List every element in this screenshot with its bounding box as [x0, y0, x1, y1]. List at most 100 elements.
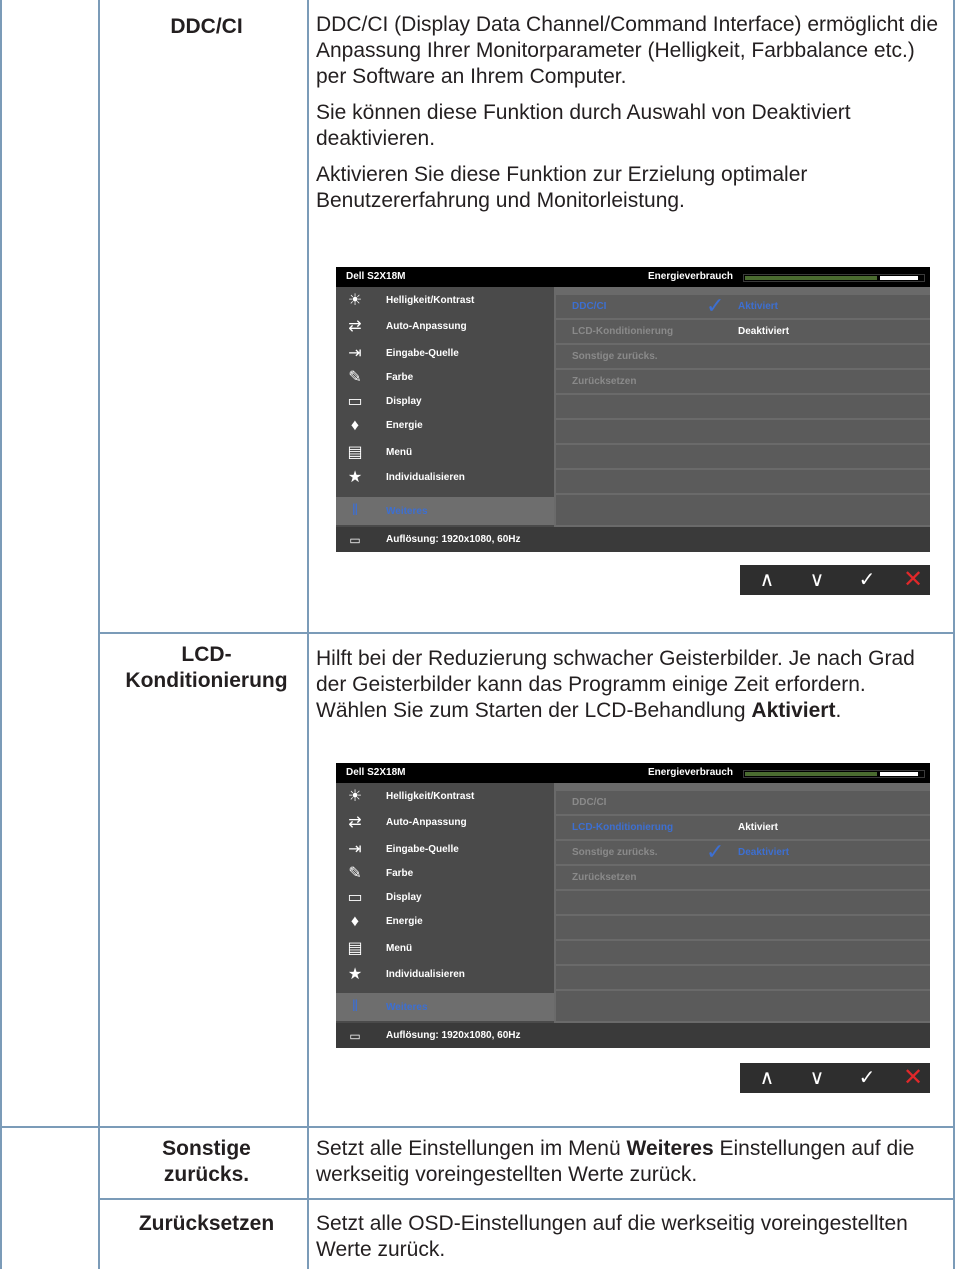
energy-meter-marker [880, 772, 918, 776]
up-button[interactable]: ∧ [752, 1065, 782, 1091]
osd-menu-label: Individualisieren [386, 969, 465, 980]
others-icon: ǁ [351, 998, 359, 1015]
osd-menu-label: Farbe [386, 868, 414, 879]
osd-menu-label: Weiteres [386, 506, 428, 517]
osd-submenu-label: LCD-Konditionierung [572, 822, 674, 833]
label-line: Sonstige [162, 1137, 251, 1160]
osd-menu-label: Helligkeit/Kontrast [386, 295, 475, 306]
osd-submenu-row [556, 941, 930, 964]
osd-footer: ▭ Auflösung: 1920x1080, 60Hz [336, 527, 930, 552]
down-button[interactable]: ∨ [802, 567, 832, 593]
table-border-left [98, 0, 100, 1269]
others-icon: ǁ [351, 502, 359, 519]
energy-meter [743, 274, 925, 282]
table-row-divider [98, 1198, 955, 1200]
osd-submenu-row[interactable]: LCD-Konditionierung Deaktiviert [556, 320, 930, 343]
table-column-divider [307, 0, 309, 1269]
osd-menu-item[interactable]: ✎ Farbe [336, 366, 554, 390]
osd-menu-label: Weiteres [386, 1002, 428, 1013]
osd-submenu-row[interactable]: Zurücksetzen [556, 866, 930, 889]
osd-menu-label: Eingabe-Quelle [386, 348, 459, 359]
display-icon: ▭ [347, 393, 363, 410]
brightness-icon: ☀ [347, 292, 363, 309]
osd-submenu-label: Sonstige zurücks. [572, 847, 658, 858]
osd-menu-item[interactable]: ▭ Display [336, 886, 554, 910]
auto-adjust-icon: ⇄ [348, 318, 362, 335]
row-description-lcd: Hilft bei der Reduzierung schwacher Geis… [316, 646, 936, 724]
osd-menu-item[interactable]: ⇄ Auto-Anpassung [336, 315, 554, 339]
description-bold: Aktiviert [751, 699, 836, 722]
osd-menu-item[interactable]: ⇥ Eingabe-Quelle [336, 342, 554, 366]
osd-menu-item-selected[interactable]: ǁ Weiteres [336, 993, 554, 1021]
osd-energy-label: Energieverbrauch [648, 767, 734, 778]
osd-submenu-row[interactable]: Sonstige zurücks. ✓ Deaktiviert [556, 839, 930, 864]
row-label-sonstige: Sonstige zurücks. [106, 1136, 307, 1188]
checkmark-icon: ✓ [706, 839, 725, 864]
color-icon: ✎ [348, 865, 362, 882]
osd-menu-item[interactable]: ▤ Menü [336, 441, 554, 465]
hdmi-icon: ▭ [349, 1029, 361, 1043]
osd-menu-item[interactable]: ☀ Helligkeit/Kontrast [336, 785, 554, 809]
osd-menu-label: Helligkeit/Kontrast [386, 791, 475, 802]
row-label-ddcci: DDC/CI [170, 15, 243, 38]
osd-menu-item[interactable]: ⇄ Auto-Anpassung [336, 811, 554, 835]
osd-submenu-label: Sonstige zurücks. [572, 351, 658, 362]
osd-menu-label: Auto-Anpassung [386, 817, 467, 828]
osd-submenu-row[interactable]: LCD-Konditionierung Aktiviert [556, 816, 930, 839]
osd-option-value: Aktiviert [738, 301, 779, 312]
energy-meter-fill [745, 772, 877, 776]
osd-submenu-row[interactable]: Zurücksetzen [556, 370, 930, 393]
osd-menu-item[interactable]: ✎ Farbe [336, 862, 554, 886]
osd-submenu: DDC/CI ✓ Aktiviert LCD-Konditionierung Deak… [556, 287, 930, 527]
osd-submenu-row [556, 420, 930, 443]
osd-submenu-label: Zurücksetzen [572, 376, 637, 387]
osd-submenu-row[interactable]: Sonstige zurücks. [556, 345, 930, 368]
energy-meter-marker [880, 276, 918, 280]
osd-resolution: Auflösung: 1920x1080, 60Hz [386, 1030, 521, 1041]
energy-icon: ♦ [350, 913, 360, 930]
osd-submenu-row [556, 445, 930, 468]
osd-menu-item[interactable]: ★ Individualisieren [336, 466, 554, 490]
table-border-left-outer [0, 0, 2, 1269]
down-button[interactable]: ∨ [802, 1065, 832, 1091]
osd-menu-label: Eingabe-Quelle [386, 844, 459, 855]
paragraph: DDC/CI (Display Data Channel/Command Int… [316, 13, 939, 88]
osd-menu-label: Individualisieren [386, 472, 465, 483]
osd-menu-item[interactable]: ★ Individualisieren [336, 963, 554, 987]
input-source-icon: ⇥ [348, 841, 362, 858]
osd-menu-item[interactable]: ☀ Helligkeit/Kontrast [336, 289, 554, 313]
osd-menu-label: Auto-Anpassung [386, 321, 467, 332]
energy-meter-fill [745, 276, 877, 280]
paragraph: Sie können diese Funktion durch Auswahl … [316, 101, 851, 150]
osd-submenu-row[interactable]: DDC/CI [556, 791, 930, 814]
osd-menu-item[interactable]: ♦ Energie [336, 414, 554, 438]
osd-option-value: Aktiviert [738, 822, 779, 833]
ok-button[interactable]: ✓ [852, 1065, 882, 1091]
osd-menu-label: Energie [386, 420, 423, 431]
close-button[interactable]: ✕ [898, 1065, 928, 1091]
table-border-right [953, 0, 955, 1269]
osd-submenu-row [556, 891, 930, 914]
osd-footer: ▭ Auflösung: 1920x1080, 60Hz [336, 1023, 930, 1048]
description-text: . [835, 699, 842, 722]
osd-submenu-label: Zurücksetzen [572, 872, 637, 883]
close-button[interactable]: ✕ [898, 567, 928, 593]
label-line: Konditionierung [125, 669, 288, 692]
color-icon: ✎ [348, 369, 362, 386]
osd-screen-ddcci: Dell S2X18M Energieverbrauch ☀ Helligkeit… [336, 267, 930, 552]
input-source-icon: ⇥ [348, 345, 362, 362]
brightness-icon: ☀ [347, 788, 363, 805]
osd-menu-item-selected[interactable]: ǁ Weiteres [336, 497, 554, 525]
osd-menu-label: Display [386, 892, 422, 903]
osd-buttons: ∧ ∨ ✓ ✕ [740, 565, 930, 595]
osd-menu-item[interactable]: ♦ Energie [336, 910, 554, 934]
ok-button[interactable]: ✓ [852, 567, 882, 593]
osd-submenu-row[interactable]: DDC/CI ✓ Aktiviert [556, 293, 930, 318]
osd-submenu-label: LCD-Konditionierung [572, 326, 674, 337]
up-button[interactable]: ∧ [752, 567, 782, 593]
osd-menu-item[interactable]: ⇥ Eingabe-Quelle [336, 838, 554, 862]
osd-submenu-label: DDC/CI [572, 797, 607, 808]
row-description-sonstige: Setzt alle Einstellungen im Menü Weitere… [316, 1136, 942, 1188]
osd-menu-item[interactable]: ▤ Menü [336, 937, 554, 961]
osd-menu-item[interactable]: ▭ Display [336, 390, 554, 414]
